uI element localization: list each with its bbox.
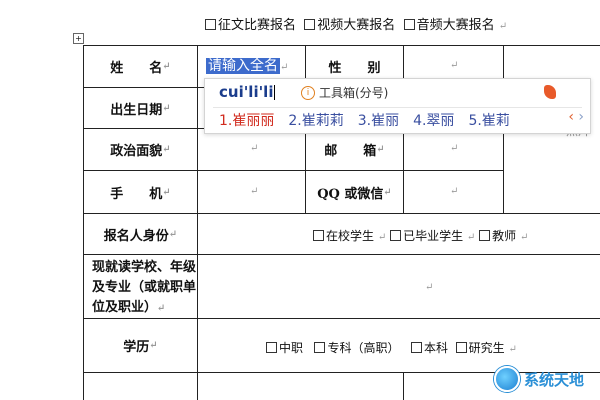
info-icon: i [301,85,315,100]
name-label: 姓 名 ↵ [110,61,171,76]
school-label: 现就读学校、年级及专业（或就职单位及职业）↵ [92,260,197,315]
checkbox-college[interactable]: 专科（高职） [314,341,399,355]
phone-cell[interactable]: ↵ [250,186,258,197]
checkbox-student[interactable]: 在校学生 [313,229,374,243]
ime-candidate-2[interactable]: 2.崔莉莉 [288,110,343,130]
checkbox-audio[interactable]: 音频大赛报名 [403,18,495,33]
checkbox-teacher[interactable]: 教师 [479,229,516,243]
ime-toolbox-button[interactable]: i 工具箱(分号) [301,84,388,101]
identity-options: 在校学生 ↵ 已毕业学生 ↵ 教师 ↵ [313,227,528,244]
school-cell[interactable]: ↵ [425,282,433,293]
qq-label: QQ 或微信 ↵ [317,186,392,202]
gender-cell[interactable]: ↵ [450,60,458,71]
qq-cell[interactable]: ↵ [450,186,458,197]
ime-candidate-3[interactable]: 3.崔丽 [358,110,399,130]
checkbox-graduate-student[interactable]: 研究生 [455,341,505,355]
email-cell[interactable]: ↵ [450,143,458,154]
ime-candidate-window: cui'li'li i 工具箱(分号) 1.崔丽丽 2.崔莉莉 3.崔丽 4.翠… [204,78,591,134]
ime-candidate-4[interactable]: 4.翠丽 [413,110,454,130]
name-input[interactable]: 请输入全名 ↵ [206,55,288,75]
ime-prev-page-icon[interactable]: ‹ [568,109,574,125]
site-watermark: 系统天地 [494,366,584,392]
education-label: 学历 ↵ [123,340,158,355]
checkbox-bachelor[interactable]: 本科 [410,341,448,355]
ime-candidates: 1.崔丽丽 2.崔莉莉 3.崔丽 4.翠丽 5.崔莉 [219,110,510,130]
checkbox-essay[interactable]: 征文比赛报名 [205,18,296,33]
identity-label: 报名人身份 ↵ [103,228,178,244]
birth-label: 出生日期 ↵ [110,102,171,118]
ime-pinyin: cui'li'li [219,83,276,101]
checkbox-graduate[interactable]: 已毕业学生 [390,229,463,243]
checkbox-video[interactable]: 视频大赛报名 [304,18,395,33]
ime-candidate-5[interactable]: 5.崔莉 [468,110,509,130]
table-move-handle-icon[interactable]: + [73,33,84,44]
paragraph-mark: ↵ [498,21,508,32]
politics-cell[interactable]: ↵ [250,143,258,154]
phone-label: 手 机 ↵ [110,186,171,202]
watermark-logo-icon [494,366,520,392]
ime-candidate-1[interactable]: 1.崔丽丽 [219,110,274,130]
ime-next-page-icon[interactable]: › [578,109,584,125]
ime-logo-icon [544,85,556,99]
politics-label: 政治面貌 ↵ [110,144,171,159]
top-options-row: 征文比赛报名 视频大赛报名 音频大赛报名 ↵ [205,14,507,33]
ime-page-arrows: ‹ › [568,109,584,125]
checkbox-vocational[interactable]: 中职 [266,341,303,355]
education-options: 中职 专科（高职） 本科 研究生 ↵ [266,339,517,356]
email-label: 邮 箱 ↵ [324,144,385,159]
